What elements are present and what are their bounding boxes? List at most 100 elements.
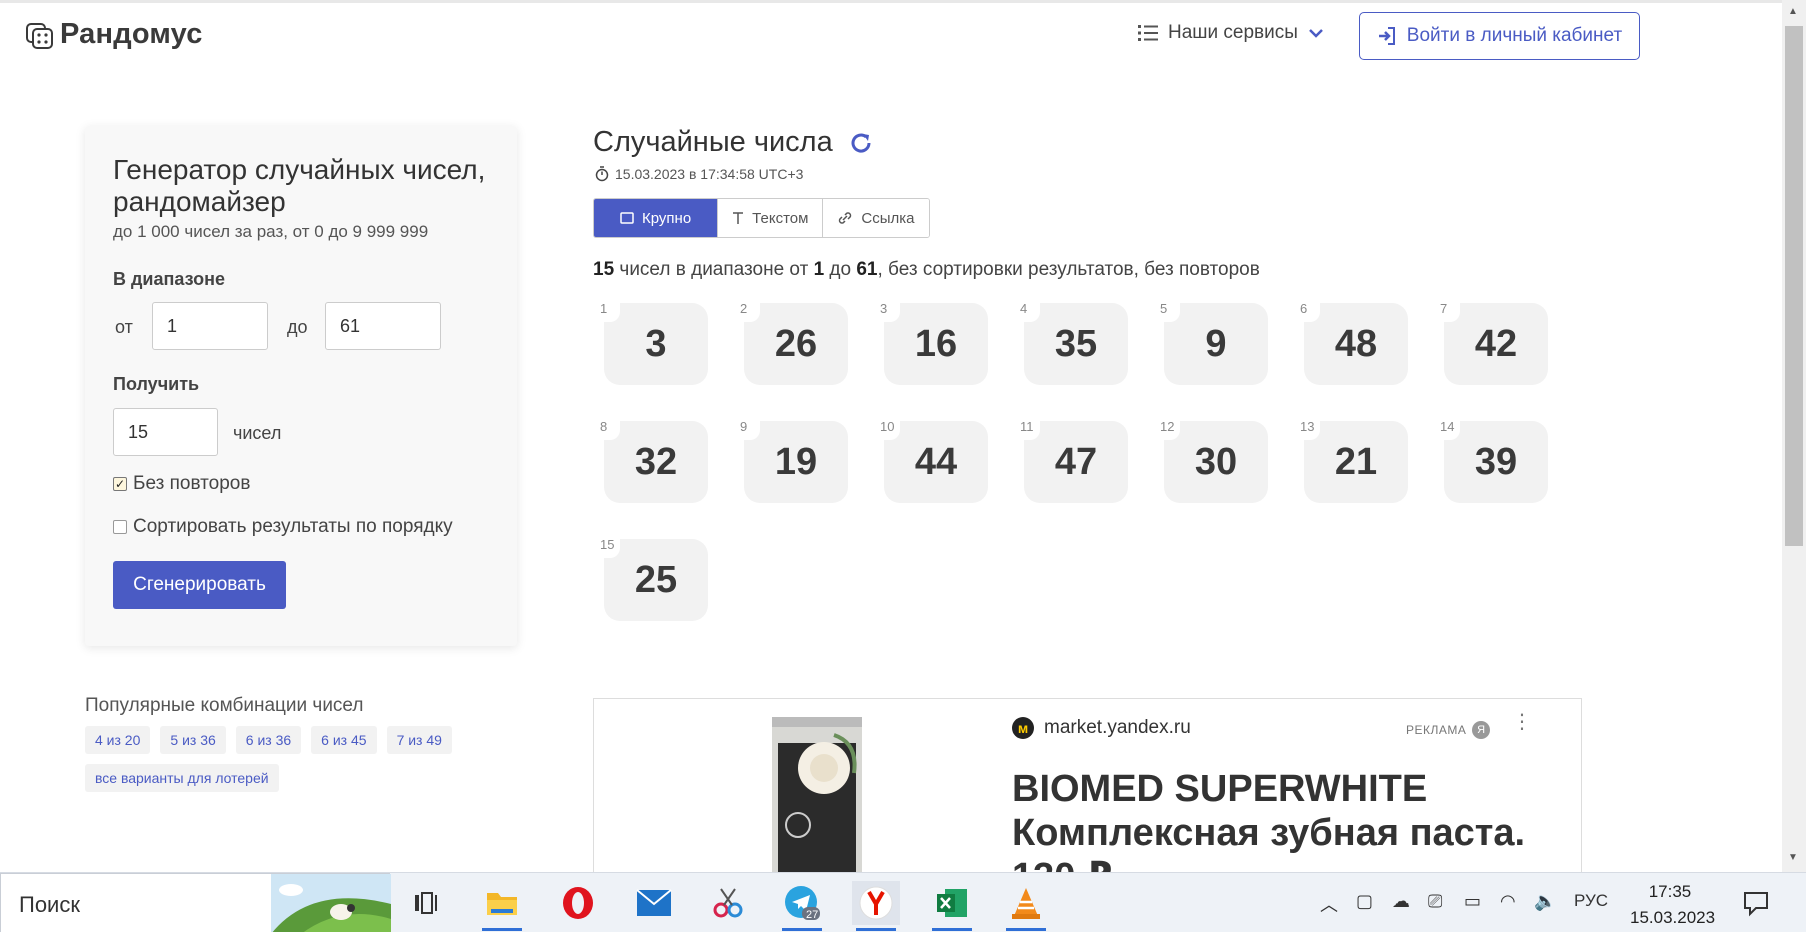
results-summary: 15 чисел в диапазоне от 1 до 61, без сор… (593, 259, 1260, 281)
result-value: 3 (645, 322, 667, 365)
camera-icon[interactable]: ▢ (1356, 891, 1373, 912)
top-border (0, 0, 1806, 3)
count-input[interactable]: 15 (113, 408, 218, 456)
summary-count: 15 (593, 259, 615, 280)
login-label: Войти в личный кабинет (1406, 25, 1623, 46)
result-index: 2 (738, 300, 760, 322)
snipping-tool-icon[interactable] (704, 881, 752, 925)
tab-text[interactable]: Текстом (718, 199, 824, 237)
result-number: 9 19 (738, 418, 848, 503)
get-label: Получить (113, 374, 200, 394)
link-icon (839, 212, 852, 224)
result-value: 42 (1474, 322, 1518, 365)
count-unit-label: чисел (233, 423, 282, 443)
sort-option[interactable]: Сортировать результаты по порядку (113, 516, 453, 538)
clock[interactable]: 17:35 15.03.2023 (1630, 879, 1715, 931)
sort-label: Сортировать результаты по порядку (133, 516, 453, 537)
mail-icon[interactable] (630, 881, 678, 925)
result-index: 8 (598, 418, 620, 440)
sort-checkbox[interactable] (113, 520, 127, 534)
sign-in-icon (1378, 27, 1395, 45)
vlc-icon[interactable] (1002, 881, 1050, 931)
running-indicator (482, 928, 522, 931)
popular-tag[interactable]: 7 из 49 (386, 726, 452, 754)
clock-time: 17:35 (1648, 882, 1692, 901)
language-indicator[interactable]: РУС (1574, 891, 1608, 911)
opera-icon[interactable] (554, 881, 602, 925)
site-logo[interactable]: Рандомус (26, 18, 203, 51)
result-index: 4 (1018, 300, 1040, 322)
refresh-icon[interactable] (849, 131, 873, 155)
result-value: 21 (1334, 440, 1378, 483)
page-scrollbar[interactable]: ▲ ▼ (1782, 0, 1806, 872)
list-icon (1138, 25, 1158, 41)
tab-large[interactable]: Крупно (594, 199, 719, 237)
tab-link[interactable]: Ссылка (823, 199, 929, 237)
result-index: 5 (1158, 300, 1180, 322)
toothpaste-image (772, 717, 862, 878)
result-value: 25 (634, 558, 678, 601)
popular-tag[interactable]: 6 из 45 (311, 726, 377, 754)
summary-to: 61 (856, 259, 878, 280)
from-input[interactable]: 1 (152, 302, 268, 350)
taskbar-search[interactable]: Поиск (0, 873, 391, 932)
chevron-up-icon[interactable]: ︿ (1320, 891, 1338, 917)
logo-text: Рандомус (60, 18, 203, 50)
ad-domain: market.yandex.ru (1044, 717, 1191, 738)
result-index: 6 (1298, 300, 1320, 322)
no-repeat-option[interactable]: ✓ Без повторов (113, 473, 250, 495)
result-value: 26 (774, 322, 818, 365)
result-index: 3 (878, 300, 900, 322)
generator-form-card: Генератор случайных чисел, рандомайзер д… (85, 126, 517, 646)
result-index: 13 (1298, 418, 1320, 440)
services-menu[interactable]: Наши сервисы (1138, 22, 1324, 44)
result-number: 59 (1158, 300, 1268, 385)
result-number: 7 42 (1438, 300, 1548, 385)
running-indicator (932, 928, 972, 931)
display-icon[interactable]: ⎚ (1428, 891, 1442, 912)
excel-icon[interactable] (928, 881, 976, 931)
tab-link-label: Ссылка (861, 209, 915, 227)
notifications-icon[interactable] (1742, 889, 1770, 917)
popular-tag[interactable]: 4 из 20 (85, 726, 151, 754)
tab-text-label: Текстом (752, 209, 809, 227)
result-index: 15 (598, 536, 620, 558)
result-value: 39 (1474, 440, 1518, 483)
chevron-down-icon (1309, 29, 1323, 38)
ad-headline: BIOMED SUPERWHITE Комплексная зубная пас… (1012, 768, 1526, 878)
ad-label: РЕКЛАМА (1406, 723, 1467, 737)
no-repeat-checkbox[interactable]: ✓ (113, 477, 127, 491)
login-button[interactable]: Войти в личный кабинет (1359, 12, 1640, 60)
scroll-up-icon[interactable]: ▲ (1788, 6, 1798, 17)
generate-button[interactable]: Сгенерировать (113, 561, 286, 609)
summary-text-3: , без сортировки результатов, без повтор… (877, 259, 1260, 280)
volume-icon[interactable]: 🔈 (1534, 891, 1556, 912)
telegram-icon[interactable]: 27 (778, 881, 826, 931)
popular-tag[interactable]: 6 из 36 (235, 726, 302, 754)
result-value: 16 (914, 322, 958, 365)
popular-tag-lotteries[interactable]: все варианты для лотерей (85, 764, 279, 792)
dice-logo-icon (26, 22, 53, 49)
result-value: 48 (1334, 322, 1378, 365)
range-label: В диапазоне (113, 269, 225, 289)
result-index: 14 (1438, 418, 1460, 440)
scroll-down-icon[interactable]: ▼ (1788, 852, 1798, 863)
result-value: 32 (634, 440, 678, 483)
result-number: 2 26 (738, 300, 848, 385)
results-timestamp: 15.03.2023 в 17:34:58 UTC+3 (615, 166, 804, 182)
result-index: 11 (1018, 418, 1040, 440)
wifi-icon[interactable]: ◠ (1500, 891, 1516, 912)
cloud-error-icon[interactable]: ☁ (1392, 891, 1410, 912)
telegram-badge: 27 (806, 909, 819, 921)
scrollbar-thumb[interactable] (1785, 26, 1803, 546)
result-number: 8 32 (598, 418, 708, 503)
battery-icon[interactable]: ▭ (1464, 891, 1481, 912)
ad-banner[interactable]: м market.yandex.ru РЕКЛАМА Я ⋮ BIOMED SU… (593, 698, 1582, 878)
file-explorer-icon[interactable] (478, 881, 526, 931)
task-view-icon[interactable] (402, 881, 450, 925)
popular-tag[interactable]: 5 из 36 (160, 726, 226, 754)
to-input[interactable]: 61 (325, 302, 441, 350)
taskbar-search-label: Поиск (19, 892, 80, 917)
yandex-browser-icon[interactable] (852, 881, 900, 931)
more-vertical-icon[interactable]: ⋮ (1512, 712, 1532, 732)
